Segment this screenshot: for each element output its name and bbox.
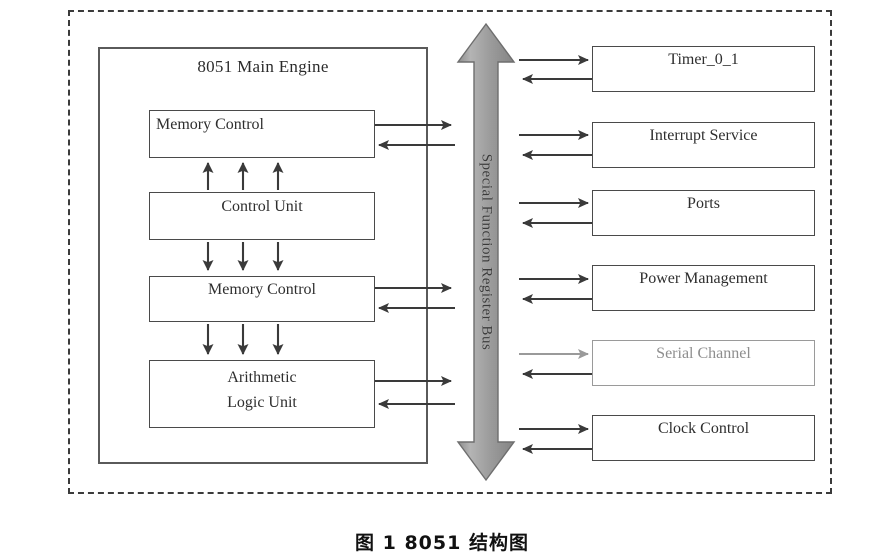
unit-power-management: Power Management xyxy=(592,265,815,311)
unit-arithmetic-logic-unit: Arithmetic Logic Unit xyxy=(149,360,375,428)
unit-label: Interrupt Service xyxy=(649,127,758,144)
figure-8051-architecture: 8051 Main Engine Memory Control Control … xyxy=(0,0,884,554)
bus-label: Special Function Register Bus xyxy=(478,153,495,351)
unit-memory-control-upper: Memory Control xyxy=(149,110,375,158)
unit-label: Serial Channel xyxy=(656,345,751,362)
unit-timer-0-1: Timer_0_1 xyxy=(592,46,815,92)
figure-caption: 图 1 8051 结构图 xyxy=(355,532,529,554)
unit-label: Control Unit xyxy=(221,198,303,215)
unit-label: Timer_0_1 xyxy=(668,51,739,68)
special-function-register-bus: Special Function Register Bus xyxy=(455,22,517,482)
unit-label: Power Management xyxy=(639,270,768,287)
unit-clock-control: Clock Control xyxy=(592,415,815,461)
unit-label: Clock Control xyxy=(657,420,750,437)
unit-interrupt-service: Interrupt Service xyxy=(592,122,815,168)
main-engine-title: 8051 Main Engine xyxy=(197,57,329,76)
unit-label: Memory Control xyxy=(208,281,316,298)
unit-label-line1: Arithmetic xyxy=(227,369,297,386)
unit-label-line2: Logic Unit xyxy=(227,394,297,411)
unit-ports: Ports xyxy=(592,190,815,236)
unit-label: Ports xyxy=(687,195,720,212)
unit-label: Memory Control xyxy=(156,116,264,133)
unit-control-unit: Control Unit xyxy=(149,192,375,240)
unit-serial-channel: Serial Channel xyxy=(592,340,815,386)
unit-memory-control-lower: Memory Control xyxy=(149,276,375,322)
